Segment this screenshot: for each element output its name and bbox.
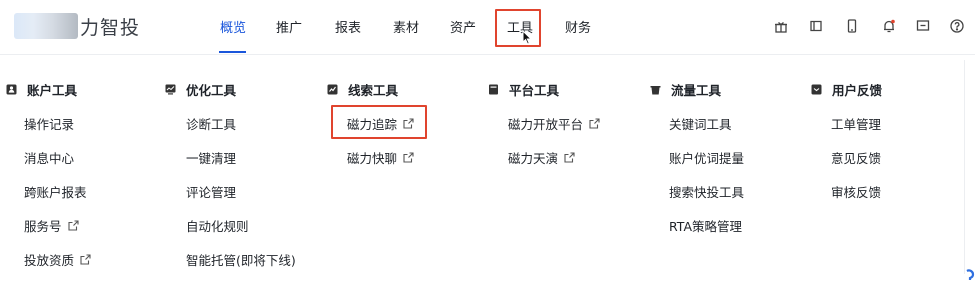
menu-item-label: 评论管理 xyxy=(186,185,237,200)
gift-icon[interactable] xyxy=(772,17,790,35)
nav-item-assets[interactable]: 资产 xyxy=(450,17,476,36)
menu-item-label: 投放资质 xyxy=(24,253,75,268)
column-header-optimize-tools: 优化工具 xyxy=(165,80,236,99)
bell-icon[interactable] xyxy=(880,17,898,35)
external-link-icon xyxy=(589,118,600,129)
nav-item-overview[interactable]: 概览 xyxy=(220,17,246,36)
help-icon[interactable] xyxy=(948,17,966,35)
menu-item-label: 一键清理 xyxy=(186,151,237,166)
traffic-icon xyxy=(650,84,661,95)
menu-item-label: 意见反馈 xyxy=(831,151,882,166)
menu-item-account-keyword-boost[interactable]: 账户优词提量 xyxy=(669,148,744,167)
menu-item-label: 账户优词提量 xyxy=(669,151,745,166)
nav-item-finance[interactable]: 财务 xyxy=(565,17,591,36)
column-header-leads-tools: 线索工具 xyxy=(327,80,398,99)
menu-item-rta-strategy[interactable]: RTA策略管理 xyxy=(669,216,742,235)
column-title: 流量工具 xyxy=(671,83,722,98)
column-header-platform-tools: 平台工具 xyxy=(488,80,559,99)
book-icon[interactable] xyxy=(807,17,825,35)
mobile-icon[interactable] xyxy=(843,17,861,35)
platform-icon xyxy=(488,84,499,95)
brand-logo[interactable]: 力智投 xyxy=(14,13,140,39)
menu-item-service-account[interactable]: 服务号 xyxy=(24,216,79,235)
right-edge-divider xyxy=(964,60,965,274)
menu-item-message-center[interactable]: 消息中心 xyxy=(24,148,74,167)
menu-item-operation-log[interactable]: 操作记录 xyxy=(24,114,74,133)
menu-item-label: 操作记录 xyxy=(24,117,75,132)
menu-item-label: 自动化规则 xyxy=(186,219,249,234)
menu-item-label: 审核反馈 xyxy=(831,185,882,200)
logo-image xyxy=(14,13,78,39)
menu-item-ticket-management[interactable]: 工单管理 xyxy=(831,114,881,133)
external-link-icon xyxy=(403,118,414,129)
column-title: 优化工具 xyxy=(186,83,237,98)
menu-item-label: 跨账户报表 xyxy=(24,185,87,200)
external-link-icon xyxy=(80,254,91,265)
nav-item-promotion[interactable]: 推广 xyxy=(276,17,302,36)
menu-item-cross-account-report[interactable]: 跨账户报表 xyxy=(24,182,87,201)
menu-item-label: 关键词工具 xyxy=(669,117,732,132)
column-header-traffic-tools: 流量工具 xyxy=(650,80,721,99)
tools-highlight-box xyxy=(495,9,541,47)
menu-item-magnetic-open-platform[interactable]: 磁力开放平台 xyxy=(508,114,600,133)
external-link-icon xyxy=(564,152,575,163)
nav-active-underline xyxy=(219,51,246,53)
floating-assistant-icon[interactable] xyxy=(964,268,975,282)
menu-item-smart-hosting[interactable]: 智能托管(即将下线) xyxy=(186,250,296,269)
menu-item-label: 磁力追踪 xyxy=(347,117,398,132)
column-header-account-tools: 账户工具 xyxy=(6,80,77,99)
mouse-cursor-icon xyxy=(522,29,533,49)
external-link-icon xyxy=(67,220,79,231)
optimize-icon xyxy=(165,84,176,95)
menu-item-comment-management[interactable]: 评论管理 xyxy=(186,182,236,201)
account-icon xyxy=(6,84,17,95)
top-header: 力智投 概览 推广 报表 素材 资产 工具 财务 xyxy=(0,0,975,54)
menu-item-label: 智能托管(即将下线) xyxy=(186,253,296,268)
header-divider xyxy=(0,54,975,55)
column-title: 用户反馈 xyxy=(832,83,883,98)
menu-item-magnetic-quick-chat[interactable]: 磁力快聊 xyxy=(347,148,414,167)
menu-item-automation-rules[interactable]: 自动化规则 xyxy=(186,216,249,235)
menu-item-one-click-clean[interactable]: 一键清理 xyxy=(186,148,236,167)
column-title: 线索工具 xyxy=(348,83,399,98)
menu-item-label: RTA策略管理 xyxy=(669,219,742,234)
column-header-user-feedback: 用户反馈 xyxy=(811,80,882,99)
nav-item-materials[interactable]: 素材 xyxy=(393,17,419,36)
nav-item-reports[interactable]: 报表 xyxy=(335,17,361,36)
feedback-icon xyxy=(811,84,822,95)
menu-item-magnetic-tracking[interactable]: 磁力追踪 xyxy=(347,114,414,133)
menu-item-label: 诊断工具 xyxy=(186,117,237,132)
column-title: 平台工具 xyxy=(509,83,560,98)
menu-item-keyword-tool[interactable]: 关键词工具 xyxy=(669,114,732,133)
menu-item-search-quick-tool[interactable]: 搜索快投工具 xyxy=(669,182,744,201)
menu-item-diagnosis-tool[interactable]: 诊断工具 xyxy=(186,114,236,133)
menu-item-review-feedback[interactable]: 审核反馈 xyxy=(831,182,881,201)
menu-item-label: 服务号 xyxy=(24,219,62,234)
external-link-icon xyxy=(403,152,414,163)
menu-item-label: 工单管理 xyxy=(831,117,882,132)
logo-text: 力智投 xyxy=(80,16,141,39)
menu-item-label: 磁力天演 xyxy=(508,151,559,166)
menu-item-label: 消息中心 xyxy=(24,151,75,166)
menu-item-label: 磁力快聊 xyxy=(347,151,398,166)
message-icon[interactable] xyxy=(914,17,932,35)
leads-icon xyxy=(327,84,338,95)
column-title: 账户工具 xyxy=(27,83,78,98)
menu-item-label: 搜索快投工具 xyxy=(669,185,745,200)
menu-item-label: 磁力开放平台 xyxy=(508,117,584,132)
menu-item-feedback[interactable]: 意见反馈 xyxy=(831,148,881,167)
menu-item-ad-qualification[interactable]: 投放资质 xyxy=(24,250,91,269)
menu-item-magnetic-tianyan[interactable]: 磁力天演 xyxy=(508,148,575,167)
